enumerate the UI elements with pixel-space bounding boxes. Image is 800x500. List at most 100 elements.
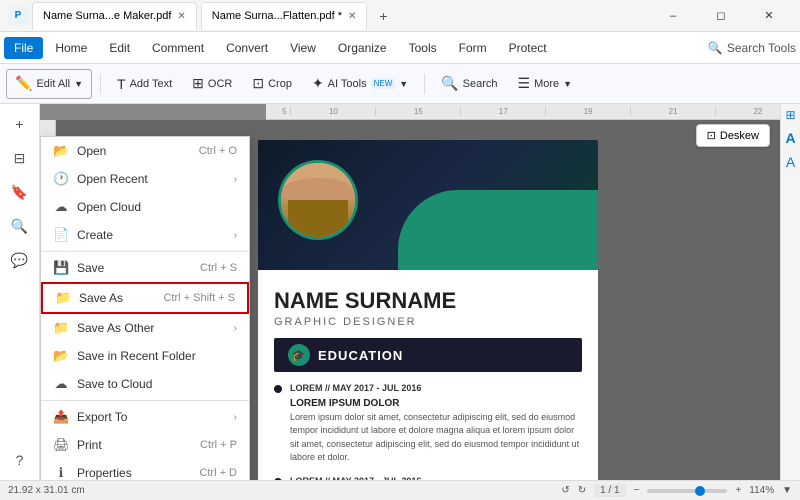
menu-comment[interactable]: Comment bbox=[142, 37, 214, 59]
save-cloud-icon: ☁ bbox=[53, 376, 69, 392]
separator-2 bbox=[424, 74, 425, 94]
print-icon: 🖨 bbox=[53, 437, 69, 453]
edu-text-1: LOREM // MAY 2017 - JUL 2016 LOREM IPSUM… bbox=[290, 382, 582, 465]
ocr-button[interactable]: ⊞ OCR bbox=[184, 69, 240, 99]
edit-all-button[interactable]: ✏️ Edit All ▼ bbox=[6, 69, 92, 99]
menu-create[interactable]: 📄 Create › bbox=[41, 221, 249, 249]
deskew-button[interactable]: ⊡ Deskew bbox=[696, 124, 770, 147]
panel-search-button[interactable]: 🔍 bbox=[4, 210, 36, 242]
menu-print[interactable]: 🖨 Print Ctrl + P bbox=[41, 431, 249, 459]
menu-open-cloud[interactable]: ☁ Open Cloud bbox=[41, 193, 249, 221]
more-button[interactable]: ☰ More ▼ bbox=[510, 69, 581, 99]
minimize-button[interactable]: – bbox=[650, 2, 696, 30]
right-icon-3[interactable]: A bbox=[786, 154, 795, 170]
panel-thumbnail-button[interactable]: ⊟ bbox=[4, 142, 36, 174]
menu-save-recent[interactable]: 📂 Save in Recent Folder bbox=[41, 342, 249, 370]
menu-home[interactable]: Home bbox=[45, 37, 97, 59]
more-icon: ☰ bbox=[518, 75, 531, 92]
ruler-unit: 5 bbox=[282, 107, 290, 116]
menu-open-recent[interactable]: 🕐 Open Recent › bbox=[41, 165, 249, 193]
left-panel: + ⊟ 🔖 🔍 💬 ? bbox=[0, 104, 40, 480]
menu-export[interactable]: 📤 Export To › bbox=[41, 403, 249, 431]
page-number: 1 / 1 bbox=[600, 485, 619, 496]
edu-text-2: LOREM // MAY 2017 - JUL 2016 LOREM IPSUM… bbox=[290, 475, 582, 481]
edu-date-2: LOREM // MAY 2017 - JUL 2016 bbox=[290, 475, 582, 481]
menu-save-as[interactable]: 📁 Save As Ctrl + Shift + S bbox=[41, 282, 249, 314]
menu-protect[interactable]: Protect bbox=[499, 37, 557, 59]
tab-1-close[interactable]: ✕ bbox=[177, 11, 185, 22]
menu-properties[interactable]: ℹ Properties Ctrl + D bbox=[41, 459, 249, 480]
app-logo: P bbox=[8, 6, 28, 26]
properties-icon: ℹ bbox=[53, 465, 69, 480]
person-name: NAME SURNAME bbox=[274, 288, 582, 314]
edu-heading-text: EDUCATION bbox=[318, 348, 403, 363]
edit-icon: ✏️ bbox=[15, 75, 32, 92]
header-curve bbox=[398, 190, 598, 270]
ai-badge: NEW bbox=[371, 78, 396, 89]
menu-save-as-other[interactable]: 📁 Save As Other › bbox=[41, 314, 249, 342]
title-bar: P Name Surna...e Maker.pdf ✕ Name Surna.… bbox=[0, 0, 800, 32]
save-as-other-icon: 📁 bbox=[53, 320, 69, 336]
search-button[interactable]: 🔍 Search bbox=[433, 69, 505, 99]
menu-form[interactable]: Form bbox=[449, 37, 497, 59]
edit-all-arrow: ▼ bbox=[74, 79, 83, 89]
export-icon: 📤 bbox=[53, 409, 69, 425]
panel-help-button[interactable]: ? bbox=[4, 444, 36, 476]
menu-open[interactable]: 📂 Open Ctrl + O bbox=[41, 137, 249, 165]
edu-header: 🎓 EDUCATION bbox=[274, 338, 582, 372]
add-text-button[interactable]: T Add Text bbox=[109, 69, 180, 99]
tab-1[interactable]: Name Surna...e Maker.pdf ✕ bbox=[32, 2, 197, 30]
panel-comment-button[interactable]: 💬 bbox=[4, 244, 36, 276]
tab-2-label: Name Surna...Flatten.pdf * bbox=[212, 10, 342, 22]
fit-icon[interactable]: ▼ bbox=[782, 485, 792, 496]
menu-save[interactable]: 💾 Save Ctrl + S bbox=[41, 254, 249, 282]
search-icon: 🔍 bbox=[441, 75, 458, 92]
rotate-right-icon[interactable]: ↻ bbox=[578, 485, 586, 496]
menu-file[interactable]: File bbox=[4, 37, 43, 59]
crop-button[interactable]: ⊡ Crop bbox=[244, 69, 300, 99]
menu-save-cloud[interactable]: ☁ Save to Cloud bbox=[41, 370, 249, 398]
page-indicator: 1 / 1 bbox=[594, 484, 625, 497]
window-controls: – ◻ ✕ bbox=[650, 2, 792, 30]
zoom-slider[interactable] bbox=[647, 489, 727, 493]
zoom-in-icon[interactable]: + bbox=[735, 485, 741, 496]
menu-bar: File Home Edit Comment Convert View Orga… bbox=[0, 32, 800, 64]
save-recent-icon: 📂 bbox=[53, 348, 69, 364]
main-area: + ⊟ 🔖 🔍 💬 ? 📂 Open Ctrl + O 🕐 Open Recen… bbox=[0, 104, 800, 480]
menu-edit[interactable]: Edit bbox=[99, 37, 140, 59]
open-icon: 📂 bbox=[53, 143, 69, 159]
edu-date-1: LOREM // MAY 2017 - JUL 2016 bbox=[290, 382, 582, 396]
tab-1-label: Name Surna...e Maker.pdf bbox=[43, 10, 171, 22]
right-icon-1[interactable]: ⊞ bbox=[785, 108, 795, 122]
divider-1 bbox=[41, 251, 249, 252]
dimensions-text: 21.92 x 31.01 cm bbox=[8, 485, 85, 496]
edu-dot-1 bbox=[274, 385, 282, 393]
pdf-page-content: NAME SURNAME GRAPHIC DESIGNER 🎓 EDUCATIO… bbox=[258, 140, 598, 480]
rotate-left-icon[interactable]: ↺ bbox=[561, 485, 569, 496]
tab-2[interactable]: Name Surna...Flatten.pdf * ✕ bbox=[201, 2, 368, 30]
education-section: 🎓 EDUCATION LOREM // MAY 2017 - JUL 2016… bbox=[274, 338, 582, 480]
more-arrow: ▼ bbox=[563, 79, 572, 89]
menu-view[interactable]: View bbox=[280, 37, 326, 59]
zoom-out-icon[interactable]: − bbox=[634, 485, 640, 496]
ai-tools-button[interactable]: ✦ AI Tools NEW ▼ bbox=[304, 69, 416, 99]
search-tools-label[interactable]: Search Tools bbox=[727, 41, 796, 55]
ruler-top: 5 10 15 17 19 21 22 bbox=[266, 104, 800, 120]
avatar-image bbox=[281, 163, 355, 237]
person-title: GRAPHIC DESIGNER bbox=[274, 316, 582, 328]
menu-convert[interactable]: Convert bbox=[216, 37, 278, 59]
status-bar: 21.92 x 31.01 cm ↺ ↻ 1 / 1 − + 114% ▼ bbox=[0, 480, 800, 500]
right-icon-2[interactable]: A bbox=[785, 130, 795, 146]
avatar-circle bbox=[278, 160, 358, 240]
new-tab-button[interactable]: + bbox=[371, 4, 395, 28]
tab-2-close[interactable]: ✕ bbox=[348, 11, 356, 22]
menu-organize[interactable]: Organize bbox=[328, 37, 397, 59]
menu-tools[interactable]: Tools bbox=[399, 37, 447, 59]
panel-add-button[interactable]: + bbox=[4, 108, 36, 140]
panel-bookmark-button[interactable]: 🔖 bbox=[4, 176, 36, 208]
maximize-button[interactable]: ◻ bbox=[698, 2, 744, 30]
close-button[interactable]: ✕ bbox=[746, 2, 792, 30]
edu-dot-2 bbox=[274, 478, 282, 481]
edu-icon: 🎓 bbox=[288, 344, 310, 366]
ai-arrow: ▼ bbox=[399, 79, 408, 89]
